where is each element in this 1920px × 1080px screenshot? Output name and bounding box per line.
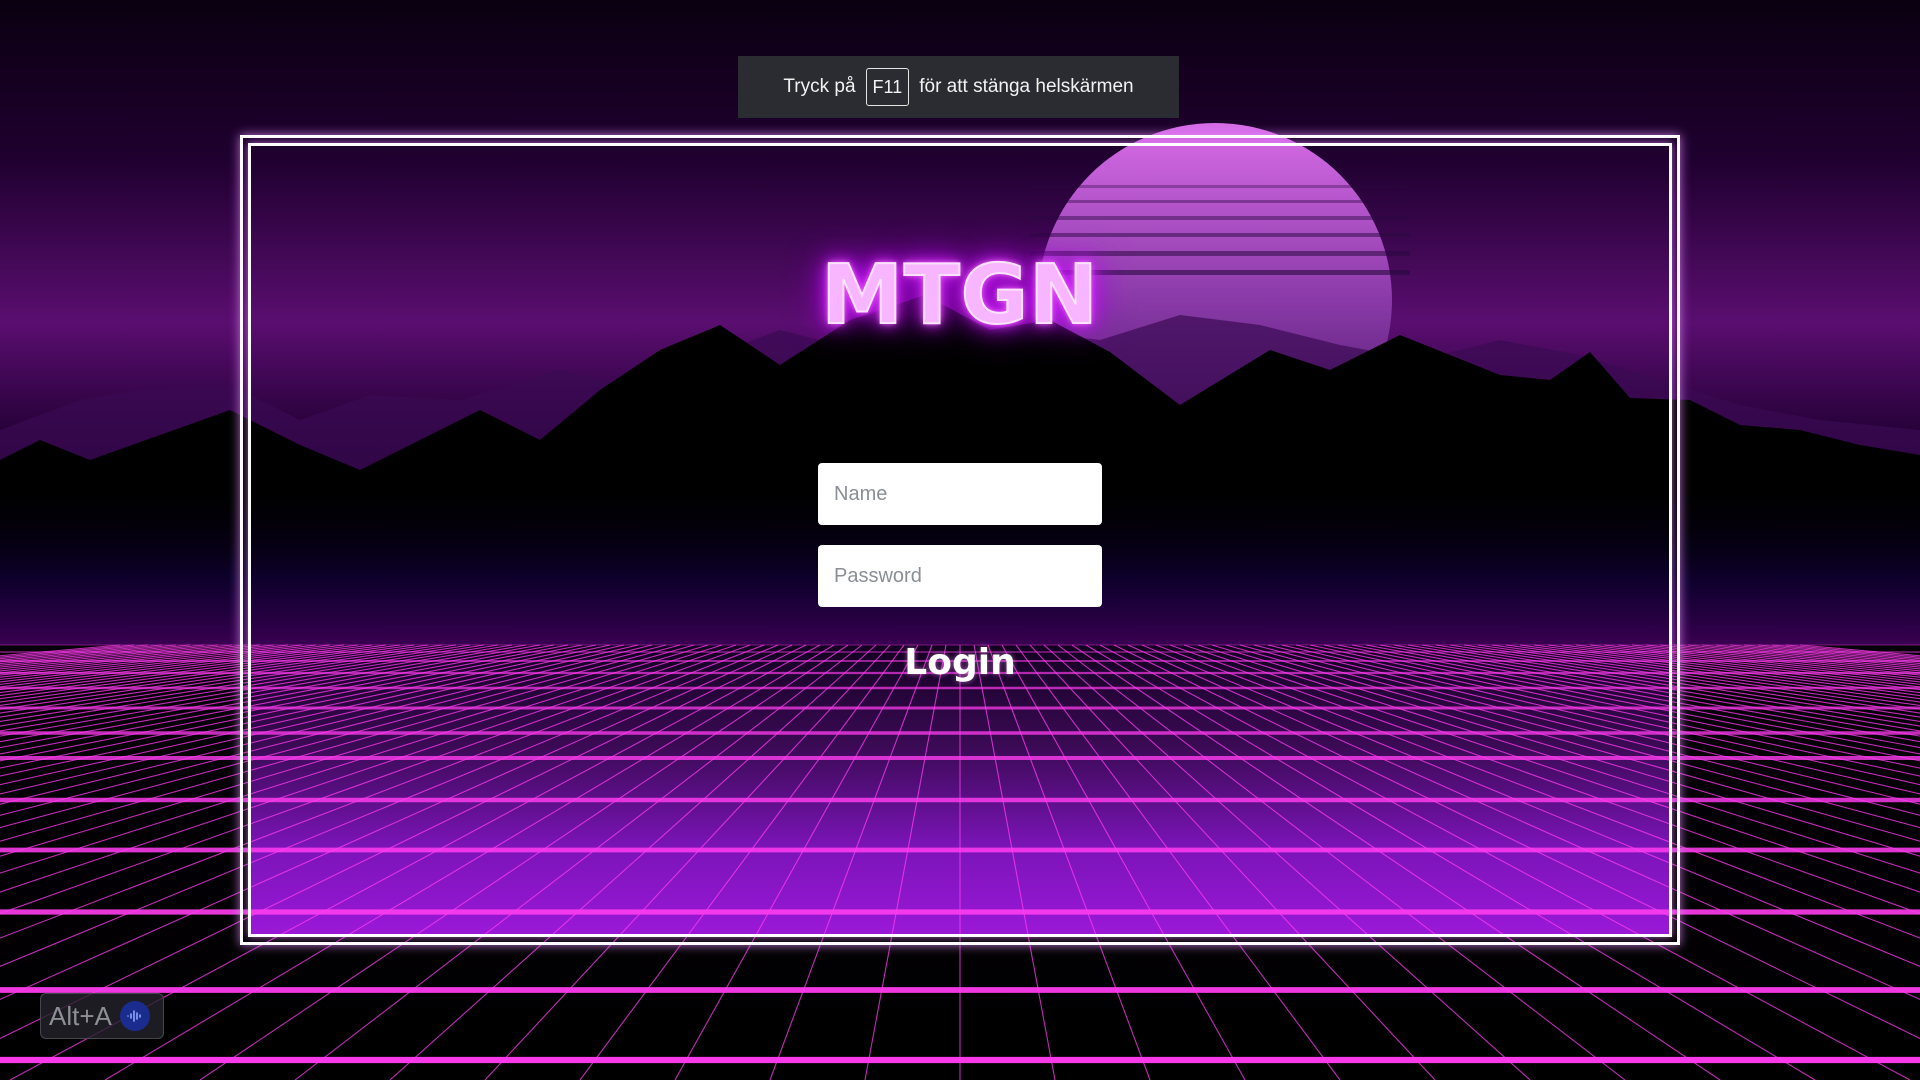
shortcut-label: Alt+A	[49, 1000, 112, 1031]
fullscreen-hint-text-before: Tryck på	[783, 76, 856, 97]
password-input[interactable]	[818, 545, 1102, 607]
name-input[interactable]	[818, 463, 1102, 525]
fullscreen-hint-text-after: för att stänga helskärmen	[919, 76, 1134, 97]
mtgn-logo: MTGN	[820, 247, 1099, 344]
app-window: Tryck på F11 för att stänga helskärmen M…	[0, 0, 1920, 1080]
shortcut-badge[interactable]: Alt+A	[40, 993, 164, 1039]
fullscreen-hint-banner: Tryck på F11 för att stänga helskärmen	[738, 56, 1179, 118]
f11-key: F11	[865, 68, 910, 106]
login-button[interactable]: Login	[860, 636, 1060, 688]
audio-wave-icon	[119, 1001, 150, 1031]
